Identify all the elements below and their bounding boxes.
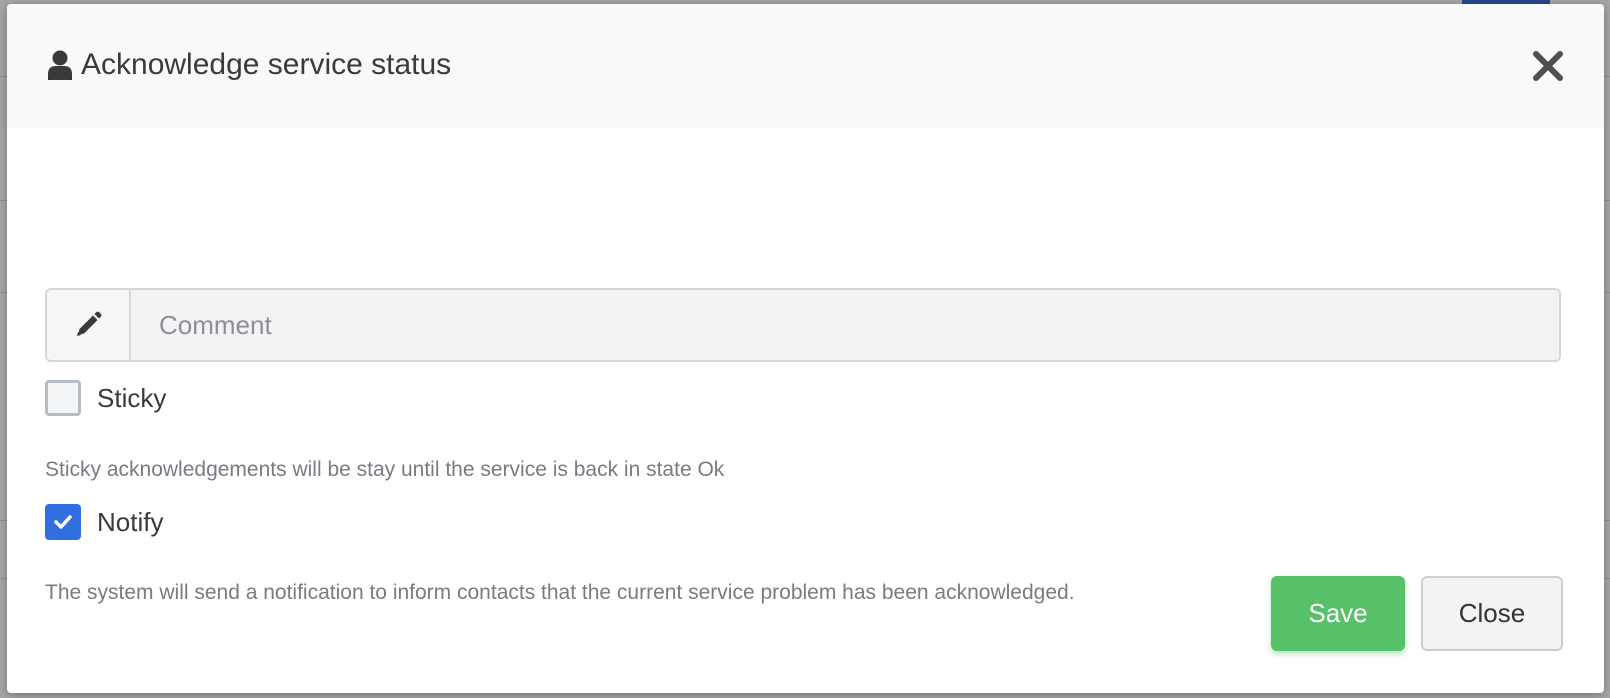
checkmark-icon <box>54 515 72 529</box>
save-button[interactable]: Save <box>1271 576 1405 651</box>
notify-help-text: The system will send a notification to i… <box>45 581 1075 604</box>
sticky-help-text: Sticky acknowledgements will be stay unt… <box>45 458 725 481</box>
sticky-checkbox[interactable] <box>45 380 81 416</box>
user-icon <box>47 50 73 80</box>
modal-title-text: Acknowledge service status <box>81 48 452 81</box>
notify-option[interactable]: Notify <box>45 504 163 540</box>
pencil-icon <box>47 290 131 360</box>
close-button[interactable]: Close <box>1421 576 1563 651</box>
acknowledge-modal: Acknowledge service status Sticky Sticky… <box>7 4 1604 693</box>
sticky-option[interactable]: Sticky <box>45 380 166 416</box>
notify-label: Notify <box>97 506 164 537</box>
close-icon[interactable] <box>1528 46 1568 86</box>
notify-checkbox[interactable] <box>45 504 81 540</box>
modal-title: Acknowledge service status <box>47 48 451 82</box>
sticky-label: Sticky <box>97 382 167 413</box>
comment-input-group <box>45 288 1561 362</box>
modal-header: Acknowledge service status <box>7 4 1604 128</box>
comment-input[interactable] <box>131 290 1559 360</box>
